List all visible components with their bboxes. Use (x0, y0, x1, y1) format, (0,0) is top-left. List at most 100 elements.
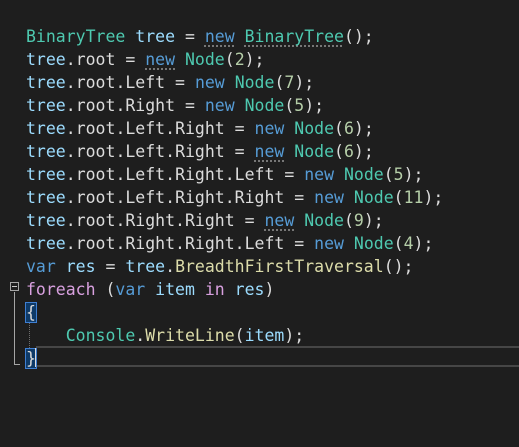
code-token: Node (185, 50, 225, 69)
code-token: Right (125, 234, 176, 253)
code-token: = (284, 234, 315, 253)
code-token: new (264, 211, 295, 230)
code-token: . (65, 50, 76, 69)
code-token: = (165, 73, 195, 92)
code-token: . (165, 257, 176, 276)
code-token: = (284, 188, 315, 207)
code-token: = (274, 165, 305, 184)
code-line[interactable]: tree.root = new Node(2); (26, 48, 265, 71)
code-token: ); (403, 165, 424, 184)
code-token: new (314, 188, 344, 207)
code-token: Right (184, 234, 235, 253)
current-line-highlight (36, 346, 519, 367)
code-token: ( (334, 142, 344, 161)
code-token: ( (274, 73, 285, 92)
code-token: (); (383, 257, 414, 276)
code-token: ( (383, 165, 394, 184)
code-line[interactable]: tree.root.Left = new Node(7); (26, 71, 314, 94)
code-token: Node (294, 119, 335, 138)
code-token: (); (343, 27, 374, 46)
code-token: new (314, 234, 344, 253)
code-token: Node (353, 188, 394, 207)
code-token: . (165, 119, 176, 138)
code-token: Right (125, 211, 176, 230)
code-token: ); (294, 73, 315, 92)
code-line[interactable]: tree.root.Right = new Node(5); (26, 94, 324, 117)
code-token: = (234, 211, 265, 230)
code-token: tree (135, 27, 176, 46)
code-token: ); (353, 119, 374, 138)
code-token: root (75, 142, 116, 161)
code-token: 5 (294, 96, 305, 115)
code-token: . (115, 119, 126, 138)
code-token: ); (244, 50, 265, 69)
code-line[interactable]: foreach (var item in res) (26, 278, 274, 301)
code-line[interactable]: tree.root.Left.Right.Left = new Node(5); (26, 163, 423, 186)
code-token: ( (284, 96, 295, 115)
code-token: new (254, 119, 285, 138)
code-editor[interactable]: BinaryTree tree = new BinaryTree(); tree.… (0, 0, 519, 447)
code-line[interactable]: tree.root.Left.Right = new Node(6); (26, 117, 374, 140)
code-token: . (65, 119, 76, 138)
code-token: new (304, 165, 335, 184)
code-token: 5 (393, 165, 404, 184)
code-token: Node (294, 142, 335, 161)
code-token: . (65, 234, 76, 253)
code-token: root (75, 96, 116, 115)
code-token: in (204, 280, 225, 299)
code-token: ); (284, 326, 305, 345)
code-token: item (244, 326, 285, 345)
code-token: tree (125, 257, 166, 276)
code-token: new (194, 73, 225, 92)
code-token: . (65, 96, 76, 115)
code-token: ); (353, 142, 374, 161)
code-line[interactable]: Console.WriteLine(item); (26, 324, 304, 347)
code-token: ); (413, 234, 434, 253)
code-token: root (75, 73, 116, 92)
code-line[interactable]: tree.root.Left.Right = new Node(6); (26, 140, 374, 163)
code-token: tree (26, 50, 66, 69)
code-token: = (115, 50, 146, 69)
code-token: . (165, 165, 176, 184)
code-line[interactable]: tree.root.Left.Right.Right = new Node(11… (26, 186, 443, 209)
code-line[interactable]: tree.root.Right.Right.Left = new Node(4)… (26, 232, 433, 255)
code-token: root (75, 119, 116, 138)
code-token: = (175, 96, 205, 115)
code-token: BreadthFirstTraversal (175, 257, 384, 276)
code-token: var (26, 257, 56, 276)
code-token: Left (125, 165, 166, 184)
code-token: tree (26, 73, 66, 92)
code-line[interactable]: { (25, 301, 37, 324)
code-line[interactable]: var res = tree.BreadthFirstTraversal(); (26, 255, 414, 278)
code-token: . (115, 188, 126, 207)
code-token: Right (175, 119, 225, 138)
code-token: ( (343, 211, 354, 230)
code-line[interactable]: BinaryTree tree = new BinaryTree(); (26, 25, 374, 48)
text-caret (35, 348, 36, 367)
code-token: tree (26, 96, 66, 115)
code-token: . (224, 188, 235, 207)
code-token: 9 (353, 211, 364, 230)
collapse-icon[interactable] (10, 282, 19, 291)
code-token: . (165, 188, 176, 207)
code-token: . (65, 211, 76, 230)
code-token: Left (125, 142, 166, 161)
code-line[interactable]: tree.root.Right.Right = new Node(9); (26, 209, 384, 232)
code-token: Console (65, 326, 136, 345)
code-token: root (75, 188, 116, 207)
code-token: . (115, 73, 126, 92)
code-token: tree (26, 211, 66, 230)
code-token: tree (26, 165, 66, 184)
code-token: Node (244, 96, 285, 115)
code-token: tree (26, 119, 66, 138)
code-token: . (115, 234, 126, 253)
fold-region-line (14, 292, 15, 364)
code-token: root (75, 165, 116, 184)
code-token: BinaryTree (244, 27, 344, 46)
